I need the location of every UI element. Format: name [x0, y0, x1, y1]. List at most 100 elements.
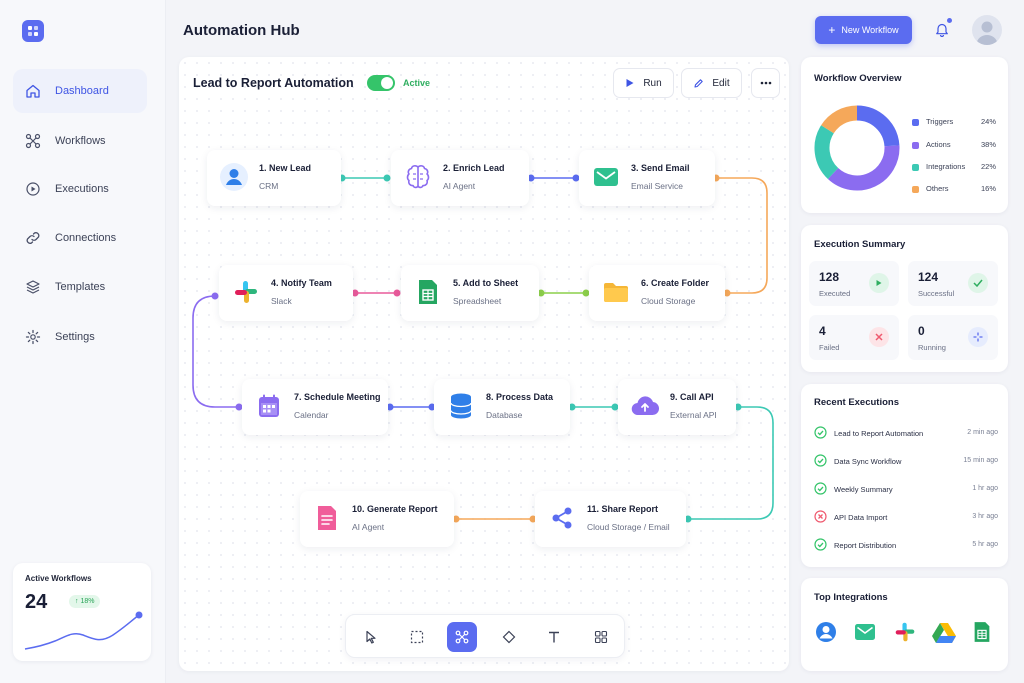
run-button[interactable]: Run	[613, 68, 674, 98]
node-add-to-sheet[interactable]: 5. Add to Sheet Spreadsheet	[401, 265, 539, 321]
node-subtitle: AI Agent	[352, 522, 385, 532]
stat-executed: 128 Executed	[809, 261, 899, 306]
report-icon	[312, 503, 342, 533]
legend-swatch	[912, 185, 919, 193]
growth-badge: ↑ 18%	[69, 595, 101, 608]
node-generate-report[interactable]: 10. Generate Report AI Agent	[300, 491, 454, 547]
sidebar-item-workflows[interactable]: Workflows	[13, 119, 147, 163]
panel-title: Workflow Overview	[814, 73, 902, 84]
share-icon	[547, 503, 577, 533]
new-workflow-label: New Workflow	[841, 25, 899, 35]
node-title: 9. Call API	[670, 392, 714, 402]
legend-pct: 24%	[980, 117, 996, 126]
sidebar-item-label: Settings	[55, 331, 95, 343]
select-tool[interactable]	[356, 622, 386, 652]
failed-x-icon	[814, 510, 827, 523]
node-create-folder[interactable]: 6. Create Folder Cloud Storage	[589, 265, 725, 321]
execution-time: 5 hr ago	[972, 541, 998, 548]
node-share-report[interactable]: 11. Share Report Cloud Storage / Email	[535, 491, 686, 547]
legend-integrations: Integrations 22%	[912, 162, 996, 171]
node-title: 2. Enrich Lead	[443, 163, 505, 173]
legend-label: Triggers	[926, 117, 954, 126]
node-subtitle: Cloud Storage / Email	[587, 522, 670, 532]
legend-pct: 16%	[980, 184, 996, 193]
node-subtitle: Slack	[271, 296, 292, 306]
sidebar-item-label: Dashboard	[55, 85, 109, 97]
database-icon	[446, 391, 476, 421]
more-options-button[interactable]	[751, 68, 780, 98]
legend-pct: 22%	[980, 162, 996, 171]
edit-label: Edit	[712, 77, 730, 89]
node-subtitle: AI Agent	[443, 181, 476, 191]
execution-row[interactable]: API Data Import 3 hr ago	[814, 510, 998, 524]
text-tool[interactable]	[539, 622, 569, 652]
layers-icon	[26, 280, 40, 294]
check-icon	[968, 273, 988, 293]
execution-row[interactable]: Data Sync Workflow 15 min ago	[814, 454, 998, 468]
node-new-lead[interactable]: 1. New Lead CRM	[207, 150, 341, 206]
sidebar-item-executions[interactable]: Executions	[13, 167, 147, 211]
sheets-integration-icon[interactable]	[970, 620, 994, 644]
execution-name: API Data Import	[834, 513, 888, 522]
apps-tool[interactable]	[586, 622, 616, 652]
active-toggle[interactable]	[367, 75, 395, 91]
stat-label: Executed	[819, 289, 851, 298]
sidebar-item-label: Templates	[55, 281, 106, 293]
sidebar-item-templates[interactable]: Templates	[13, 265, 147, 309]
execution-name: Lead to Report Automation	[834, 429, 924, 438]
page-title: Automation Hub	[183, 22, 300, 39]
execution-name: Report Distribution	[834, 541, 897, 550]
legend-label: Others	[926, 184, 949, 193]
donut-slice-actions	[827, 145, 900, 191]
node-process-data[interactable]: 8. Process Data Database	[434, 379, 570, 435]
donut-slice-others	[821, 105, 858, 134]
user-avatar[interactable]	[972, 15, 1002, 45]
node-subtitle: Cloud Storage	[641, 296, 696, 306]
execution-time: 1 hr ago	[972, 485, 998, 492]
node-schedule-meeting[interactable]: 7. Schedule Meeting Calendar	[242, 379, 388, 435]
brain-icon	[403, 162, 433, 192]
execution-row[interactable]: Lead to Report Automation 2 min ago	[814, 426, 998, 440]
pencil-icon	[694, 78, 704, 88]
success-check-icon	[814, 454, 827, 467]
sidebar-item-dashboard[interactable]: Dashboard	[13, 69, 147, 113]
stat-failed: 4 Failed	[809, 315, 899, 360]
crm-integration-icon[interactable]	[814, 620, 838, 644]
execution-row[interactable]: Report Distribution 5 hr ago	[814, 538, 998, 552]
stat-value: 124	[918, 270, 939, 284]
new-workflow-button[interactable]: + New Workflow	[815, 16, 912, 44]
overview-donut-chart	[814, 105, 900, 191]
shape-tool[interactable]	[494, 622, 524, 652]
sidebar-item-connections[interactable]: Connections	[13, 216, 147, 260]
workflow-overview-panel: Workflow Overview Triggers 24% Actions 38%…	[801, 57, 1008, 213]
node-title: 11. Share Report	[587, 504, 659, 514]
x-icon	[869, 327, 889, 347]
app-logo[interactable]	[22, 20, 44, 42]
spinner-icon	[968, 327, 988, 347]
execution-row[interactable]: Weekly Summary 1 hr ago	[814, 482, 998, 496]
legend-others: Others 16%	[912, 184, 996, 193]
node-title: 8. Process Data	[486, 392, 554, 402]
execution-summary-panel: Execution Summary 128 Executed 124 Succe…	[801, 225, 1008, 372]
drive-integration-icon[interactable]	[932, 620, 956, 644]
gear-icon	[25, 329, 41, 345]
node-call-api[interactable]: 9. Call API External API	[618, 379, 736, 435]
connect-tool[interactable]	[447, 622, 477, 652]
sidebar-item-settings[interactable]: Settings	[13, 315, 147, 359]
node-notify-team[interactable]: 4. Notify Team Slack	[219, 265, 353, 321]
legend-pct: 38%	[980, 140, 996, 149]
grid-icon	[594, 630, 608, 644]
marquee-tool[interactable]	[402, 622, 432, 652]
folder-icon	[601, 277, 631, 307]
email-integration-icon[interactable]	[853, 620, 877, 644]
node-subtitle: Database	[486, 410, 523, 420]
execution-name: Data Sync Workflow	[834, 457, 902, 466]
edit-button[interactable]: Edit	[681, 68, 742, 98]
stat-label: Successful	[918, 289, 955, 298]
node-enrich-lead[interactable]: 2. Enrich Lead AI Agent	[391, 150, 529, 206]
slack-integration-icon[interactable]	[893, 620, 917, 644]
node-send-email[interactable]: 3. Send Email Email Service	[579, 150, 715, 206]
node-title: 10. Generate Report	[352, 504, 438, 514]
notifications-button[interactable]	[928, 16, 956, 44]
donut-slice-triggers	[856, 105, 900, 147]
